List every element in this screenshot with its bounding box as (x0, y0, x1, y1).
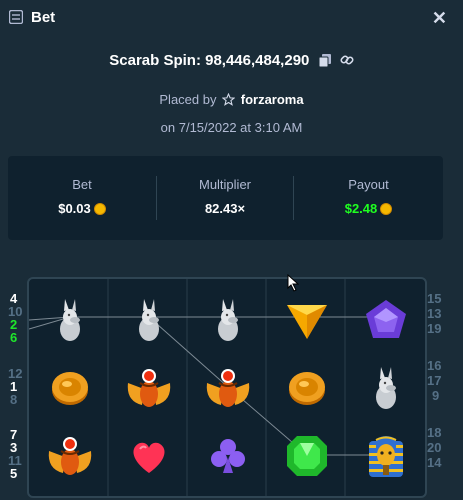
bet-stats-panel: Bet $0.03 Multiplier 82.43× Payout $2.48 (8, 156, 443, 240)
line-number: 18 (427, 425, 442, 440)
line-number: 9 (432, 388, 440, 403)
multiplier-stat: Multiplier 82.43× (157, 156, 293, 240)
scarab-icon (124, 363, 174, 413)
jackal-icon (203, 295, 253, 345)
jackal-icon (124, 295, 174, 345)
club-icon (203, 431, 253, 481)
star-icon (221, 92, 236, 106)
line-number: 14 (427, 455, 442, 470)
line-number: 5 (10, 466, 18, 481)
gold-coin-icon (45, 363, 95, 413)
game-id-label: Scarab Spin: 98,446,484,290 (109, 52, 310, 69)
placed-by-row: Placed by forzaroma (0, 92, 463, 107)
bet-date: on 7/15/2022 at 3:10 AM (160, 120, 303, 135)
modal-title: Bet (31, 9, 56, 26)
line-number: 19 (427, 321, 442, 336)
coin-icon (380, 203, 393, 215)
line-number: 16 (427, 358, 442, 373)
payout-label: Payout (348, 177, 389, 192)
multiplier-label: Multiplier (198, 177, 251, 192)
line-number: 20 (427, 440, 442, 455)
scarab-icon (203, 363, 253, 413)
mouse-cursor (287, 274, 299, 292)
gold-coin-icon (282, 363, 332, 413)
jackal-icon (45, 295, 95, 345)
pharaoh-icon (361, 431, 411, 481)
username-link[interactable]: forzaroma (241, 92, 304, 107)
bet-slip-icon (9, 10, 23, 24)
scarab-icon (45, 431, 95, 481)
line-number: 15 (427, 291, 442, 306)
line-number: 8 (10, 392, 18, 407)
bet-stat: Bet $0.03 (8, 156, 156, 240)
bet-amount: $0.03 (8, 201, 156, 216)
modal-header: Bet ✕ (0, 0, 463, 36)
triangle-gem-icon (282, 295, 332, 345)
jackal-icon (361, 363, 411, 413)
line-number-active: 6 (10, 330, 18, 345)
placed-by-label: Placed by (159, 92, 217, 107)
line-number: 17 (427, 373, 442, 388)
coin-icon (93, 203, 106, 215)
multiplier-value: 82.43× (204, 201, 246, 216)
link-icon[interactable] (340, 53, 354, 67)
green-gem-icon (282, 431, 332, 481)
game-id-row: Scarab Spin: 98,446,484,290 (0, 52, 463, 69)
payout-stat: Payout $2.48 (294, 156, 443, 240)
heart-icon (124, 431, 174, 481)
payout-amount: $2.48 (294, 201, 443, 216)
bet-label: Bet (72, 177, 92, 192)
line-number: 13 (427, 306, 442, 321)
pentagon-gem-icon (361, 295, 411, 345)
slot-board (27, 277, 427, 498)
copy-icon[interactable] (318, 54, 331, 67)
close-icon[interactable]: ✕ (432, 8, 447, 29)
